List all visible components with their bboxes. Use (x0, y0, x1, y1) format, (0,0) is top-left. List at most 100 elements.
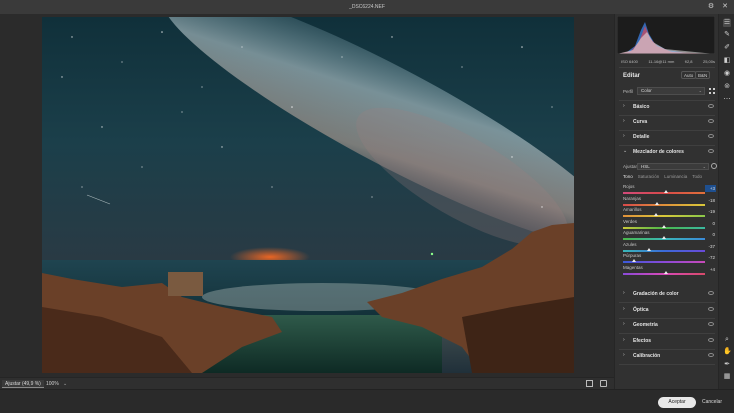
chevron-down-icon: ⌄ (698, 88, 702, 93)
slider-value-field[interactable]: -72 (705, 254, 716, 261)
section-top-2[interactable]: › Detalle (619, 130, 715, 144)
status-bar: Ajustar (49,9 %) 100% ⌄ (0, 377, 614, 389)
photo-preview[interactable] (42, 17, 574, 373)
compare-icon[interactable] (586, 380, 593, 387)
accept-button[interactable]: Aceptar (658, 397, 696, 408)
chevron-right-icon: › (623, 321, 625, 327)
slider-7[interactable]: Magentas (621, 265, 705, 277)
section-label: Óptica (633, 306, 649, 313)
slider-5[interactable]: Azules (621, 242, 705, 254)
section-color-mixer[interactable]: ⌄ Mezclador de colores (619, 145, 715, 159)
slider-thumb[interactable] (662, 236, 666, 239)
slider-value-field[interactable]: +4 (705, 266, 716, 273)
section-bottom-4[interactable]: › Calibración (619, 349, 715, 363)
slider-thumb[interactable] (653, 213, 658, 216)
eye-icon[interactable] (708, 134, 714, 138)
chevron-right-icon: › (623, 103, 625, 109)
slider-0[interactable]: Rojos (621, 184, 705, 196)
exif-shutter: 25,00s (702, 59, 715, 64)
slider-track[interactable] (623, 249, 705, 252)
tab-todo[interactable]: Todo (692, 174, 702, 179)
edit-icon[interactable]: ☰ (723, 19, 731, 27)
zoom-fit-select[interactable]: Ajustar (49,9 %) (2, 380, 44, 388)
slider-track[interactable] (623, 203, 705, 206)
redeye-icon[interactable]: ◧ (723, 57, 731, 65)
zoom-dropdown-icon[interactable]: ⌄ (63, 380, 67, 388)
chevron-down-icon: ⌄ (623, 148, 628, 154)
section-label: Detalle (633, 134, 650, 140)
slider-value-field[interactable]: 0 (705, 220, 716, 227)
slider-value-field[interactable]: -19 (705, 208, 716, 215)
section-label: Gradación de color (633, 291, 679, 297)
eye-icon[interactable] (708, 149, 714, 153)
tab-saturación[interactable]: Saturación (638, 174, 660, 179)
eye-icon[interactable] (708, 119, 714, 123)
section-label: Calibración (633, 353, 661, 359)
sampler-icon[interactable]: ✒ (723, 361, 731, 369)
bw-button[interactable]: B&N (695, 71, 711, 79)
exif-lens: 11-16@11 mm (648, 59, 675, 64)
profile-select[interactable]: Color ⌄ (637, 87, 705, 95)
slider-thumb[interactable] (664, 190, 669, 193)
slider-label: Rojos (623, 184, 635, 189)
section-top-0[interactable]: › Básico (619, 100, 715, 114)
before-after-icon[interactable] (600, 380, 607, 387)
chevron-right-icon: › (623, 336, 625, 343)
eye-icon[interactable] (708, 322, 714, 326)
target-adjust-icon[interactable] (711, 163, 717, 169)
eye-icon[interactable] (708, 353, 714, 357)
auto-button[interactable]: Auto (681, 71, 697, 79)
presets-icon[interactable]: ◉ (723, 70, 731, 78)
heal-icon[interactable]: ✎ (723, 31, 731, 39)
slider-label: Amarillos (623, 207, 642, 212)
close-icon[interactable]: ✕ (721, 3, 729, 11)
slider-value-field[interactable]: 0 (705, 231, 716, 238)
zoom-icon[interactable]: ⌕ (723, 336, 731, 344)
slider-thumb[interactable] (647, 247, 652, 251)
adjust-value: HSL (641, 164, 650, 169)
chevron-right-icon: › (623, 352, 625, 358)
gear-icon[interactable]: ⚙ (707, 3, 715, 11)
image-canvas[interactable] (0, 14, 614, 377)
slider-thumb[interactable] (662, 224, 666, 228)
mask-icon[interactable]: ✐ (723, 44, 731, 52)
tab-tono[interactable]: Tono (623, 174, 633, 179)
section-bottom-0[interactable]: › Gradación de color (619, 287, 715, 301)
eye-icon[interactable] (708, 306, 714, 311)
slider-3[interactable]: Verdes (621, 219, 705, 231)
adjust-select[interactable]: HSL ⌄ (637, 163, 709, 170)
slider-value-field[interactable]: +3 (705, 185, 716, 192)
tab-luminancia[interactable]: Luminancia (664, 174, 687, 179)
zoom-100-button[interactable]: 100% (46, 380, 59, 388)
section-bottom-1[interactable]: › Óptica (619, 303, 715, 317)
section-bottom-3[interactable]: › Efectos (619, 334, 715, 348)
section-bottom-2[interactable]: › Geometría (619, 318, 715, 332)
snapshots-icon[interactable]: ⊚ (723, 83, 731, 91)
slider-thumb[interactable] (654, 201, 659, 205)
section-top-1[interactable]: › Curva (619, 115, 715, 129)
histogram (617, 16, 715, 54)
slider-6[interactable]: Púrpuras (621, 253, 705, 265)
more-icon[interactable]: ⋯ (723, 96, 731, 104)
eye-icon[interactable] (708, 291, 714, 295)
slider-thumb[interactable] (663, 270, 668, 274)
eye-icon[interactable] (708, 337, 714, 342)
slider-label: Magentas (623, 264, 643, 270)
section-label: Mezclador de colores (633, 149, 684, 155)
slider-value-field[interactable]: -37 (705, 243, 716, 250)
slider-2[interactable]: Amarillos (621, 207, 705, 219)
title-bar: _DSC6224.NEF ⚙ ✕ (0, 0, 734, 14)
slider-value-field[interactable]: -18 (705, 197, 716, 204)
eye-icon[interactable] (708, 104, 714, 108)
profile-browser-icon[interactable] (709, 88, 715, 94)
slider-track[interactable] (623, 215, 705, 217)
slider-thumb[interactable] (632, 259, 637, 262)
window-title: _DSC6224.NEF (349, 4, 385, 10)
cancel-button[interactable]: Cancelar (699, 397, 725, 408)
grid-overlay-icon[interactable]: ▦ (723, 373, 731, 381)
slider-4[interactable]: Aguamarinas (621, 230, 705, 242)
exif-iso: ISO 6400 (621, 59, 638, 64)
hand-icon[interactable]: ✋ (723, 348, 732, 356)
slider-1[interactable]: Naranjas (621, 196, 705, 208)
chevron-down-icon: ⌄ (702, 164, 706, 169)
